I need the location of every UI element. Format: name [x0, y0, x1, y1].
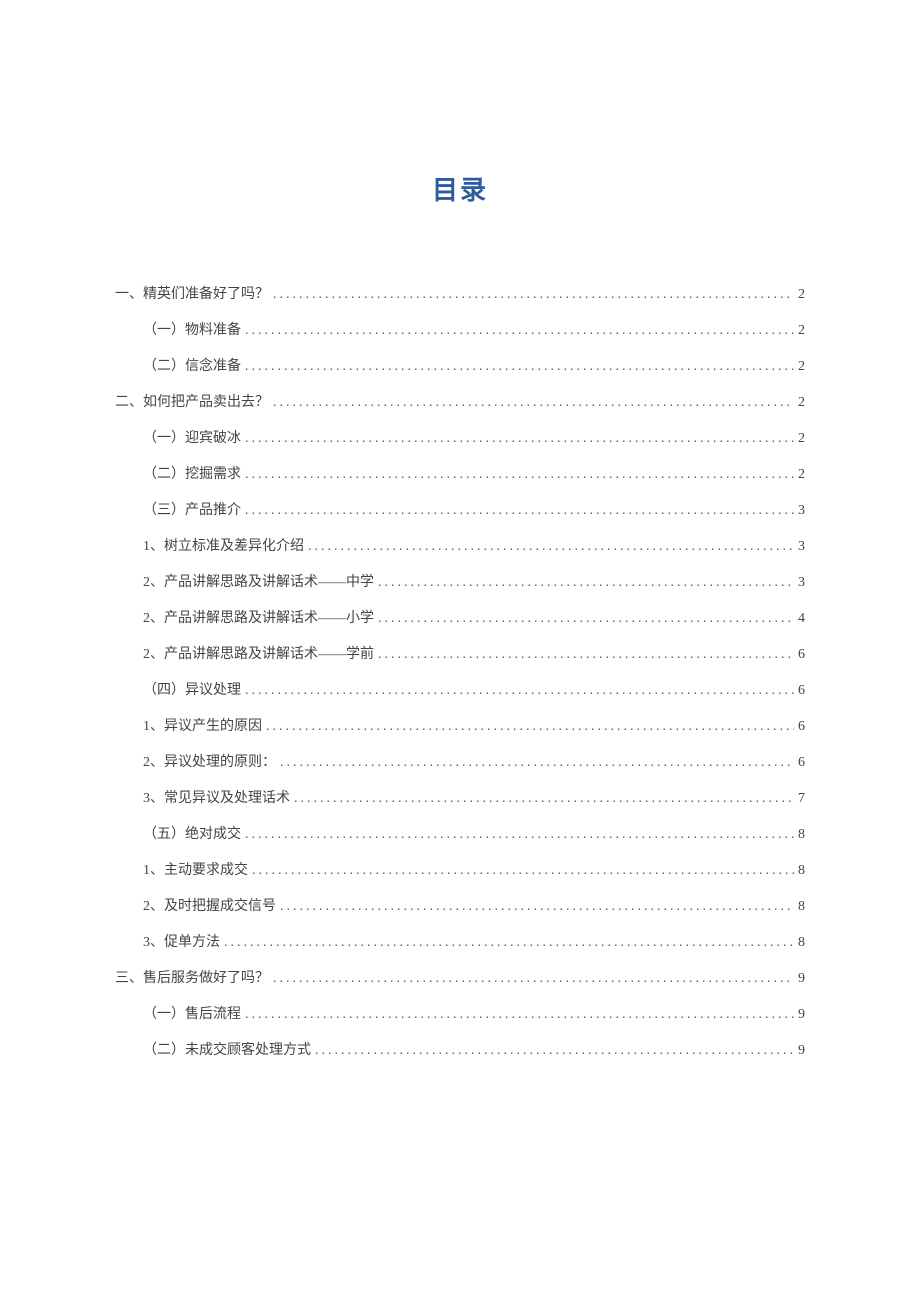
toc-entry-page: 6	[794, 745, 805, 781]
toc-entry-page: 9	[794, 961, 805, 997]
toc-entry-page: 8	[794, 853, 805, 889]
toc-leader-dots	[241, 817, 794, 853]
toc-leader-dots	[269, 961, 794, 997]
toc-leader-dots	[269, 277, 794, 313]
toc-entry-label: 1、树立标准及差异化介绍	[143, 529, 304, 565]
toc-entry-label: 三、售后服务做好了吗？	[115, 961, 269, 997]
toc-leader-dots	[304, 529, 794, 565]
toc-entry-page: 6	[794, 709, 805, 745]
toc-entry[interactable]: 2、产品讲解思路及讲解话术——学前 6	[115, 637, 805, 673]
toc-entry-page: 8	[794, 889, 805, 925]
toc-leader-dots	[374, 637, 794, 673]
toc-entry[interactable]: 2、产品讲解思路及讲解话术——小学 4	[115, 601, 805, 637]
table-of-contents: 一、精英们准备好了吗？ 2 （一）物料准备 2 （二）信念准备 2 二、如何把产品卖出去？ 2…	[115, 277, 805, 1069]
toc-entry-page: 7	[794, 781, 805, 817]
toc-entry[interactable]: 3、常见异议及处理话术 7	[115, 781, 805, 817]
toc-leader-dots	[374, 565, 794, 601]
toc-leader-dots	[290, 781, 794, 817]
toc-leader-dots	[241, 673, 794, 709]
toc-entry-page: 8	[794, 925, 805, 961]
toc-leader-dots	[262, 709, 794, 745]
toc-entry-label: 1、主动要求成交	[143, 853, 248, 889]
toc-entry-page: 3	[794, 565, 805, 601]
toc-entry[interactable]: （四）异议处理 6	[115, 673, 805, 709]
toc-entry[interactable]: 1、异议产生的原因 6	[115, 709, 805, 745]
toc-entry[interactable]: 2、异议处理的原则： 6	[115, 745, 805, 781]
toc-leader-dots	[248, 853, 794, 889]
toc-entry[interactable]: （五）绝对成交 8	[115, 817, 805, 853]
toc-entry-page: 4	[794, 601, 805, 637]
toc-entry-label: （三）产品推介	[143, 493, 241, 529]
toc-entry-label: 2、异议处理的原则：	[143, 745, 276, 781]
toc-entry-page: 6	[794, 673, 805, 709]
toc-leader-dots	[241, 349, 794, 385]
toc-entry[interactable]: （二）未成交顾客处理方式 9	[115, 1033, 805, 1069]
toc-entry-label: 1、异议产生的原因	[143, 709, 262, 745]
toc-leader-dots	[241, 997, 794, 1033]
toc-entry-label: （一）迎宾破冰	[143, 421, 241, 457]
toc-entry-label: 3、促单方法	[143, 925, 220, 961]
toc-entry[interactable]: （一）售后流程 9	[115, 997, 805, 1033]
toc-entry-page: 2	[794, 313, 805, 349]
toc-leader-dots	[276, 889, 794, 925]
toc-entry-label: 2、及时把握成交信号	[143, 889, 276, 925]
toc-entry-label: （五）绝对成交	[143, 817, 241, 853]
toc-entry[interactable]: 1、主动要求成交 8	[115, 853, 805, 889]
toc-entry-label: 3、常见异议及处理话术	[143, 781, 290, 817]
toc-entry-page: 9	[794, 997, 805, 1033]
toc-entry-label: 2、产品讲解思路及讲解话术——中学	[143, 565, 374, 601]
toc-entry-page: 2	[794, 421, 805, 457]
toc-entry-page: 2	[794, 385, 805, 421]
toc-leader-dots	[241, 493, 794, 529]
toc-entry-label: （四）异议处理	[143, 673, 241, 709]
toc-leader-dots	[241, 421, 794, 457]
toc-entry[interactable]: 1、树立标准及差异化介绍 3	[115, 529, 805, 565]
toc-leader-dots	[311, 1033, 794, 1069]
toc-entry[interactable]: 2、产品讲解思路及讲解话术——中学 3	[115, 565, 805, 601]
toc-leader-dots	[241, 313, 794, 349]
toc-leader-dots	[220, 925, 794, 961]
toc-entry-label: （二）挖掘需求	[143, 457, 241, 493]
toc-entry[interactable]: 3、促单方法 8	[115, 925, 805, 961]
toc-entry[interactable]: （三）产品推介 3	[115, 493, 805, 529]
page-title: 目录	[115, 170, 805, 207]
toc-entry-page: 8	[794, 817, 805, 853]
toc-entry-page: 3	[794, 529, 805, 565]
toc-entry[interactable]: （二）挖掘需求 2	[115, 457, 805, 493]
toc-leader-dots	[374, 601, 794, 637]
toc-leader-dots	[241, 457, 794, 493]
toc-entry-label: 2、产品讲解思路及讲解话术——小学	[143, 601, 374, 637]
toc-entry[interactable]: （一）物料准备 2	[115, 313, 805, 349]
toc-entry[interactable]: 二、如何把产品卖出去？ 2	[115, 385, 805, 421]
toc-entry-page: 6	[794, 637, 805, 673]
toc-entry[interactable]: （一）迎宾破冰 2	[115, 421, 805, 457]
toc-entry-page: 2	[794, 277, 805, 313]
toc-entry-page: 3	[794, 493, 805, 529]
toc-entry-label: （二）未成交顾客处理方式	[143, 1033, 311, 1069]
toc-entry[interactable]: 三、售后服务做好了吗？ 9	[115, 961, 805, 997]
toc-entry-label: （二）信念准备	[143, 349, 241, 385]
toc-entry[interactable]: （二）信念准备 2	[115, 349, 805, 385]
toc-entry-label: 2、产品讲解思路及讲解话术——学前	[143, 637, 374, 673]
toc-leader-dots	[269, 385, 794, 421]
toc-entry[interactable]: 一、精英们准备好了吗？ 2	[115, 277, 805, 313]
toc-entry-label: 一、精英们准备好了吗？	[115, 277, 269, 313]
toc-entry-label: （一）售后流程	[143, 997, 241, 1033]
toc-entry-page: 2	[794, 457, 805, 493]
toc-entry-page: 2	[794, 349, 805, 385]
toc-entry-label: 二、如何把产品卖出去？	[115, 385, 269, 421]
toc-entry[interactable]: 2、及时把握成交信号 8	[115, 889, 805, 925]
toc-entry-label: （一）物料准备	[143, 313, 241, 349]
toc-entry-page: 9	[794, 1033, 805, 1069]
toc-leader-dots	[276, 745, 794, 781]
